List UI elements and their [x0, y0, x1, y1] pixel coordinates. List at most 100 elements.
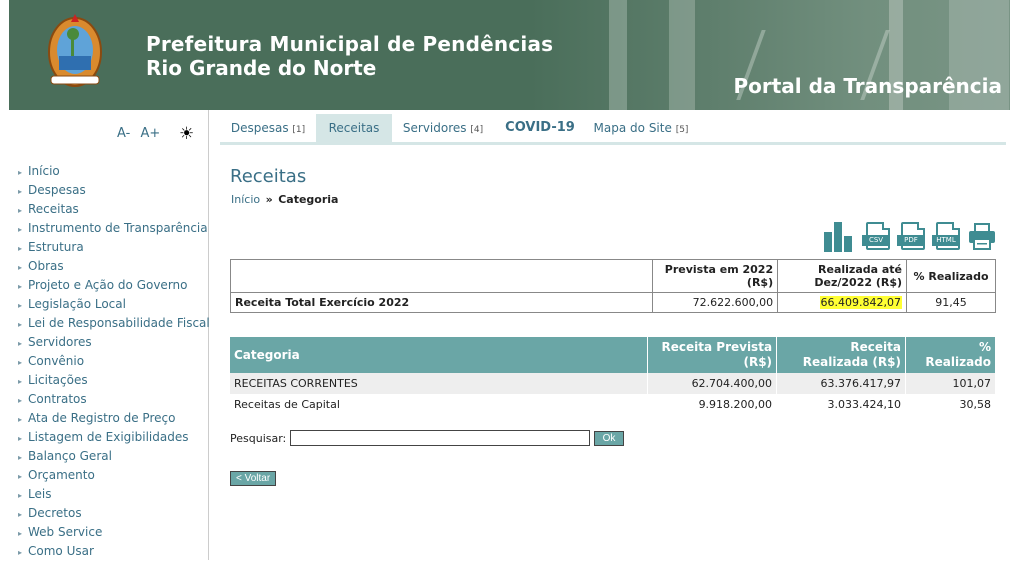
breadcrumb-current: Categoria: [278, 193, 339, 206]
sidebar-item-como-usar[interactable]: ▸ Como Usar: [18, 542, 210, 561]
sidebar-item-contratos[interactable]: ▸ Contratos: [18, 390, 210, 409]
categories-table: Categoria Receita Prevista (R$) Receita …: [230, 337, 996, 415]
cell-prevista: 9.918.200,00: [647, 394, 778, 415]
col-header-receita-prevista[interactable]: Receita Prevista (R$): [647, 337, 778, 373]
summary-table: Prevista em 2022 (R$) Realizada até Dez/…: [229, 259, 996, 313]
header-title-line2: Rio Grande do Norte: [146, 56, 377, 80]
cell-percent: 101,07: [905, 373, 996, 394]
sidebar-nav: ▸ Início ▸ Despesas ▸ Receitas ▸ Instrumento…: [18, 162, 210, 561]
arrow-right-icon: ▸: [18, 244, 23, 253]
cell-prevista: 62.704.400,00: [647, 373, 778, 394]
arrow-right-icon: ▸: [18, 491, 23, 500]
cell-realizada: 3.033.424,10: [776, 394, 906, 415]
sidebar-item-obras[interactable]: ▸ Obras: [18, 257, 210, 276]
search-input[interactable]: [290, 430, 590, 446]
arrow-right-icon: ▸: [18, 377, 23, 386]
main-tabs: Despesas [1] Receitas Servidores [4] COV…: [220, 114, 1006, 145]
print-icon[interactable]: [968, 222, 995, 252]
sidebar-item-licitacoes[interactable]: ▸ Licitações: [18, 371, 210, 390]
summary-header-row: Prevista em 2022 (R$) Realizada até Dez/…: [229, 259, 996, 293]
col-header-categoria[interactable]: Categoria: [230, 337, 649, 373]
pdf-export-icon[interactable]: PDF: [897, 222, 925, 252]
tab-mapa-do-site[interactable]: Mapa do Site [5]: [586, 114, 696, 142]
sidebar-item-legislacao-local[interactable]: ▸ Legislação Local: [18, 295, 210, 314]
html-export-icon[interactable]: HTML: [932, 222, 960, 252]
summary-label: Receita Total Exercício 2022: [229, 292, 654, 313]
header-title-line1: Prefeitura Municipal de Pendências: [146, 32, 554, 56]
arrow-right-icon: ▸: [18, 301, 23, 310]
sidebar-item-convenio[interactable]: ▸ Convênio: [18, 352, 210, 371]
sidebar-item-estrutura[interactable]: ▸ Estrutura: [18, 238, 210, 257]
sidebar-item-balanco-geral[interactable]: ▸ Balanço Geral: [18, 447, 210, 466]
csv-export-icon[interactable]: CSV: [862, 222, 890, 252]
category-link[interactable]: Receitas de Capital: [230, 394, 649, 415]
arrow-right-icon: ▸: [18, 415, 23, 424]
arrow-right-icon: ▸: [18, 320, 23, 329]
categories-header-row: Categoria Receita Prevista (R$) Receita …: [230, 337, 996, 373]
sidebar-item-projeto-acao[interactable]: ▸ Projeto e Ação do Governo: [18, 276, 210, 295]
sidebar-item-instrumento-transparencia[interactable]: ▸ Instrumento de Transparência: [18, 219, 210, 238]
municipal-crest-icon: [48, 14, 102, 87]
font-decrease-button[interactable]: A-: [117, 126, 130, 141]
sidebar-item-leis[interactable]: ▸ Leis: [18, 485, 210, 504]
arrow-right-icon: ▸: [18, 187, 23, 196]
breadcrumb-home-link[interactable]: Início: [231, 193, 260, 206]
arrow-right-icon: ▸: [18, 358, 23, 367]
arrow-right-icon: ▸: [18, 225, 23, 234]
summary-header-percent: % Realizado: [906, 259, 996, 293]
font-size-controls: A- A+: [117, 126, 166, 141]
arrow-right-icon: ▸: [18, 263, 23, 272]
arrow-right-icon: ▸: [18, 206, 23, 215]
arrow-right-icon: ▸: [18, 453, 23, 462]
arrow-right-icon: ▸: [18, 472, 23, 481]
portal-title: Portal da Transparência: [733, 74, 1002, 98]
col-header-percent-realizado[interactable]: % Realizado: [905, 337, 996, 373]
arrow-right-icon: ▸: [18, 529, 23, 538]
sidebar-item-ata-registro-preco[interactable]: ▸ Ata de Registro de Preço: [18, 409, 210, 428]
table-row[interactable]: RECEITAS CORRENTES 62.704.400,00 63.376.…: [230, 373, 996, 394]
tab-covid-19[interactable]: COVID-19: [494, 114, 586, 142]
sidebar-item-web-service[interactable]: ▸ Web Service: [18, 523, 210, 542]
sidebar-item-decretos[interactable]: ▸ Decretos: [18, 504, 210, 523]
chart-icon[interactable]: [822, 222, 852, 252]
cell-percent: 30,58: [905, 394, 996, 415]
arrow-right-icon: ▸: [18, 282, 23, 291]
search-ok-button[interactable]: Ok: [594, 431, 624, 446]
tab-receitas[interactable]: Receitas: [316, 114, 392, 142]
arrow-right-icon: ▸: [18, 548, 23, 557]
page-title: Receitas: [230, 166, 307, 187]
category-link[interactable]: RECEITAS CORRENTES: [230, 373, 649, 394]
arrow-right-icon: ▸: [18, 434, 23, 443]
col-header-receita-realizada[interactable]: Receita Realizada (R$): [776, 337, 906, 373]
font-increase-button[interactable]: A+: [140, 126, 160, 141]
summary-header-realizada: Realizada até Dez/2022 (R$): [777, 259, 908, 293]
summary-realizada-value: 66.409.842,07: [819, 296, 903, 309]
summary-realizada-cell: 66.409.842,07: [777, 292, 908, 313]
breadcrumb-separator: »: [265, 193, 273, 206]
sidebar-item-listagem-exigibilidades[interactable]: ▸ Listagem de Exigibilidades: [18, 428, 210, 447]
sidebar-item-servidores[interactable]: ▸ Servidores: [18, 333, 210, 352]
sun-icon[interactable]: ☀: [179, 124, 194, 144]
sidebar-item-inicio[interactable]: ▸ Início: [18, 162, 210, 181]
summary-percent: 91,45: [906, 292, 996, 313]
sidebar-item-orcamento[interactable]: ▸ Orçamento: [18, 466, 210, 485]
arrow-right-icon: ▸: [18, 168, 23, 177]
back-button[interactable]: < Voltar: [230, 471, 277, 486]
search-label: Pesquisar:: [230, 432, 287, 445]
table-row[interactable]: Receitas de Capital 9.918.200,00 3.033.4…: [230, 394, 996, 415]
cell-realizada: 63.376.417,97: [776, 373, 906, 394]
sidebar-item-lei-responsabilidade-fiscal[interactable]: ▸ Lei de Responsabilidade Fiscal: [18, 314, 210, 333]
site-header: Prefeitura Municipal de Pendências Rio G…: [9, 0, 1010, 110]
sidebar: A- A+ ☀ ▸ Início ▸ Despesas ▸ Receitas ▸ Ins…: [0, 110, 210, 561]
summary-header-prevista: Prevista em 2022 (R$): [652, 259, 779, 293]
sidebar-item-despesas[interactable]: ▸ Despesas: [18, 181, 210, 200]
summary-prevista: 72.622.600,00: [652, 292, 779, 313]
arrow-right-icon: ▸: [18, 396, 23, 405]
arrow-right-icon: ▸: [18, 339, 23, 348]
sidebar-item-receitas[interactable]: ▸ Receitas: [18, 200, 210, 219]
breadcrumb: Início » Categoria: [231, 193, 338, 206]
tab-despesas[interactable]: Despesas [1]: [220, 114, 316, 142]
tab-servidores[interactable]: Servidores [4]: [392, 114, 494, 142]
summary-row: Receita Total Exercício 2022 72.622.600,…: [229, 292, 996, 313]
summary-header-empty: [229, 259, 654, 293]
